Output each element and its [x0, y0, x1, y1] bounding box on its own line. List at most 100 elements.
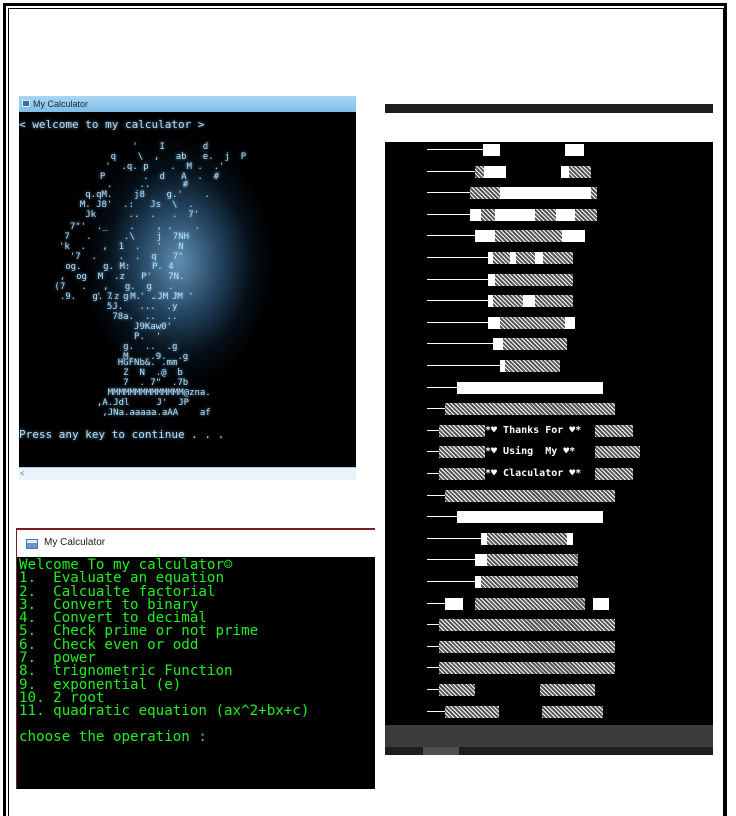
- block-art-segment: [595, 424, 633, 437]
- block-art-segment: [595, 446, 640, 459]
- block-art-row: [385, 576, 713, 588]
- block-art-row: [385, 187, 713, 200]
- splash-screenshot: My Calculator ' I d q \ , ab e. j P ' .q…: [19, 96, 356, 480]
- block-art-segment: [493, 338, 503, 351]
- block-art-segment: [495, 208, 535, 221]
- block-art-row: [385, 511, 713, 524]
- welcome-banner: < welcome to my calculator >: [19, 118, 205, 131]
- window-titlebar[interactable]: [385, 104, 713, 113]
- block-art-line: [427, 429, 439, 431]
- block-art-line: [427, 170, 475, 172]
- block-art-line: [427, 559, 475, 561]
- block-art-segment: [493, 252, 510, 264]
- block-art-segment: [439, 619, 615, 632]
- block-art-line: [427, 343, 493, 345]
- block-art-row: [385, 489, 713, 502]
- block-art-segment: [495, 230, 562, 243]
- block-art-segment: [439, 446, 485, 459]
- thanks-message-line: *♥ Using My ♥*: [485, 445, 576, 460]
- block-art-row: *♥ Claculator ♥*: [385, 467, 713, 481]
- block-art-segment: [503, 338, 567, 351]
- block-art-segment: [543, 252, 573, 264]
- block-art-row: *♥ Thanks For ♥*: [385, 423, 713, 438]
- block-art-line: [427, 278, 488, 280]
- block-art-segment: [481, 208, 495, 221]
- block-art-segment: [475, 597, 585, 610]
- block-art-segment: [567, 532, 573, 545]
- block-art-segment: [445, 489, 615, 502]
- block-art-row: [385, 360, 713, 372]
- ascii-art-chunk: . .. # q.qM. j8 g.' . M. J8' .: Js \ . J…: [79, 180, 210, 220]
- block-art-row: [385, 662, 713, 675]
- block-art-segment: [488, 273, 495, 286]
- ascii-art-chunk: ' I d q \ , ab e. j P ' .q. p . M . .' P…: [99, 142, 247, 182]
- operation-prompt[interactable]: choose the operation :: [19, 729, 375, 744]
- thanks-message-line: *♥ Thanks For ♥*: [485, 423, 582, 438]
- block-art-row: [385, 619, 713, 632]
- menu-screenshot: My Calculator Welcome To my calculator☺ …: [16, 528, 375, 789]
- block-art-row: [385, 316, 713, 329]
- block-art-row: [385, 208, 713, 221]
- block-art-segment: [495, 273, 573, 286]
- block-art-line: [427, 257, 488, 258]
- block-art-segment: [523, 295, 535, 308]
- block-art-segment: [542, 705, 603, 718]
- block-art-line: [427, 516, 457, 518]
- block-art-segment: [500, 187, 591, 200]
- block-art-segment: [457, 381, 603, 394]
- block-art-row: [385, 230, 713, 243]
- block-art-segment: [535, 252, 543, 264]
- block-art-line: [427, 451, 439, 453]
- block-art-segment: [483, 144, 500, 156]
- menu-option: 11. quadratic equation (ax^2+bx+c): [19, 703, 310, 720]
- block-art-segment: [593, 597, 609, 610]
- block-art-line: [427, 689, 439, 690]
- block-art-line: [427, 473, 439, 474]
- block-art-segment: [516, 252, 535, 264]
- horizontal-scrollbar[interactable]: <: [19, 467, 356, 480]
- taskbar: [385, 747, 713, 755]
- block-art-line: [427, 235, 475, 237]
- block-art-row: [385, 597, 713, 610]
- block-art-line: [427, 149, 483, 150]
- block-art-row: [385, 705, 713, 718]
- block-art-line: [427, 300, 488, 302]
- thanks-message-line: *♥ Claculator ♥*: [485, 467, 582, 481]
- block-art-line: [427, 667, 439, 669]
- block-art-line: [427, 537, 481, 539]
- block-art-segment: [488, 316, 500, 329]
- console-area: Welcome To my calculator☺ 1. Evaluate an…: [19, 558, 375, 744]
- block-art-row: [385, 295, 713, 308]
- block-art-row: [385, 273, 713, 286]
- block-art-row: [385, 554, 713, 567]
- taskbar-tab[interactable]: [423, 747, 459, 755]
- ascii-art-chunk: HGFNb&. .mm Z N .@ b 7 . 7" .7b: [117, 358, 189, 388]
- ascii-art-chunk: ' 7 g ' . JM ' 5J. ... .y 78a. .. ..: [96, 292, 194, 322]
- block-art-segment: [475, 554, 487, 567]
- block-art-line: [427, 581, 475, 582]
- window-titlebar[interactable]: My Calculator: [17, 528, 375, 557]
- block-art-segment: [445, 403, 615, 416]
- block-art-segment: [535, 208, 556, 221]
- window-title: My Calculator: [33, 99, 89, 109]
- block-art-line: [427, 365, 500, 366]
- block-art-row: [385, 640, 713, 653]
- block-art-row: [385, 381, 713, 394]
- block-art-segment: [439, 468, 485, 480]
- block-art-row: [385, 532, 713, 545]
- block-art-row: *♥ Using My ♥*: [385, 445, 713, 460]
- block-art-segment: [475, 230, 495, 243]
- console-area: *♥ Thanks For ♥* *♥ Using My ♥* *♥ Clacula…: [385, 142, 713, 725]
- block-art-segment: [562, 230, 585, 243]
- press-any-key-text: Press any key to continue . . .: [19, 428, 225, 441]
- window-titlebar[interactable]: My Calculator: [19, 96, 356, 112]
- block-art-line: [427, 710, 445, 712]
- block-art-segment: [470, 208, 481, 221]
- console-area: ' I d q \ , ab e. j P ' .q. p . M . .' P…: [19, 112, 356, 468]
- console-app-icon: [26, 539, 38, 549]
- scroll-left-icon[interactable]: <: [20, 468, 25, 479]
- block-art-segment: [487, 532, 567, 545]
- block-art-segment: [535, 295, 573, 308]
- ascii-art-chunk: J9Kaw0' P. ' g. .. .g M. .9. .g: [123, 322, 189, 362]
- block-art-line: [427, 408, 445, 410]
